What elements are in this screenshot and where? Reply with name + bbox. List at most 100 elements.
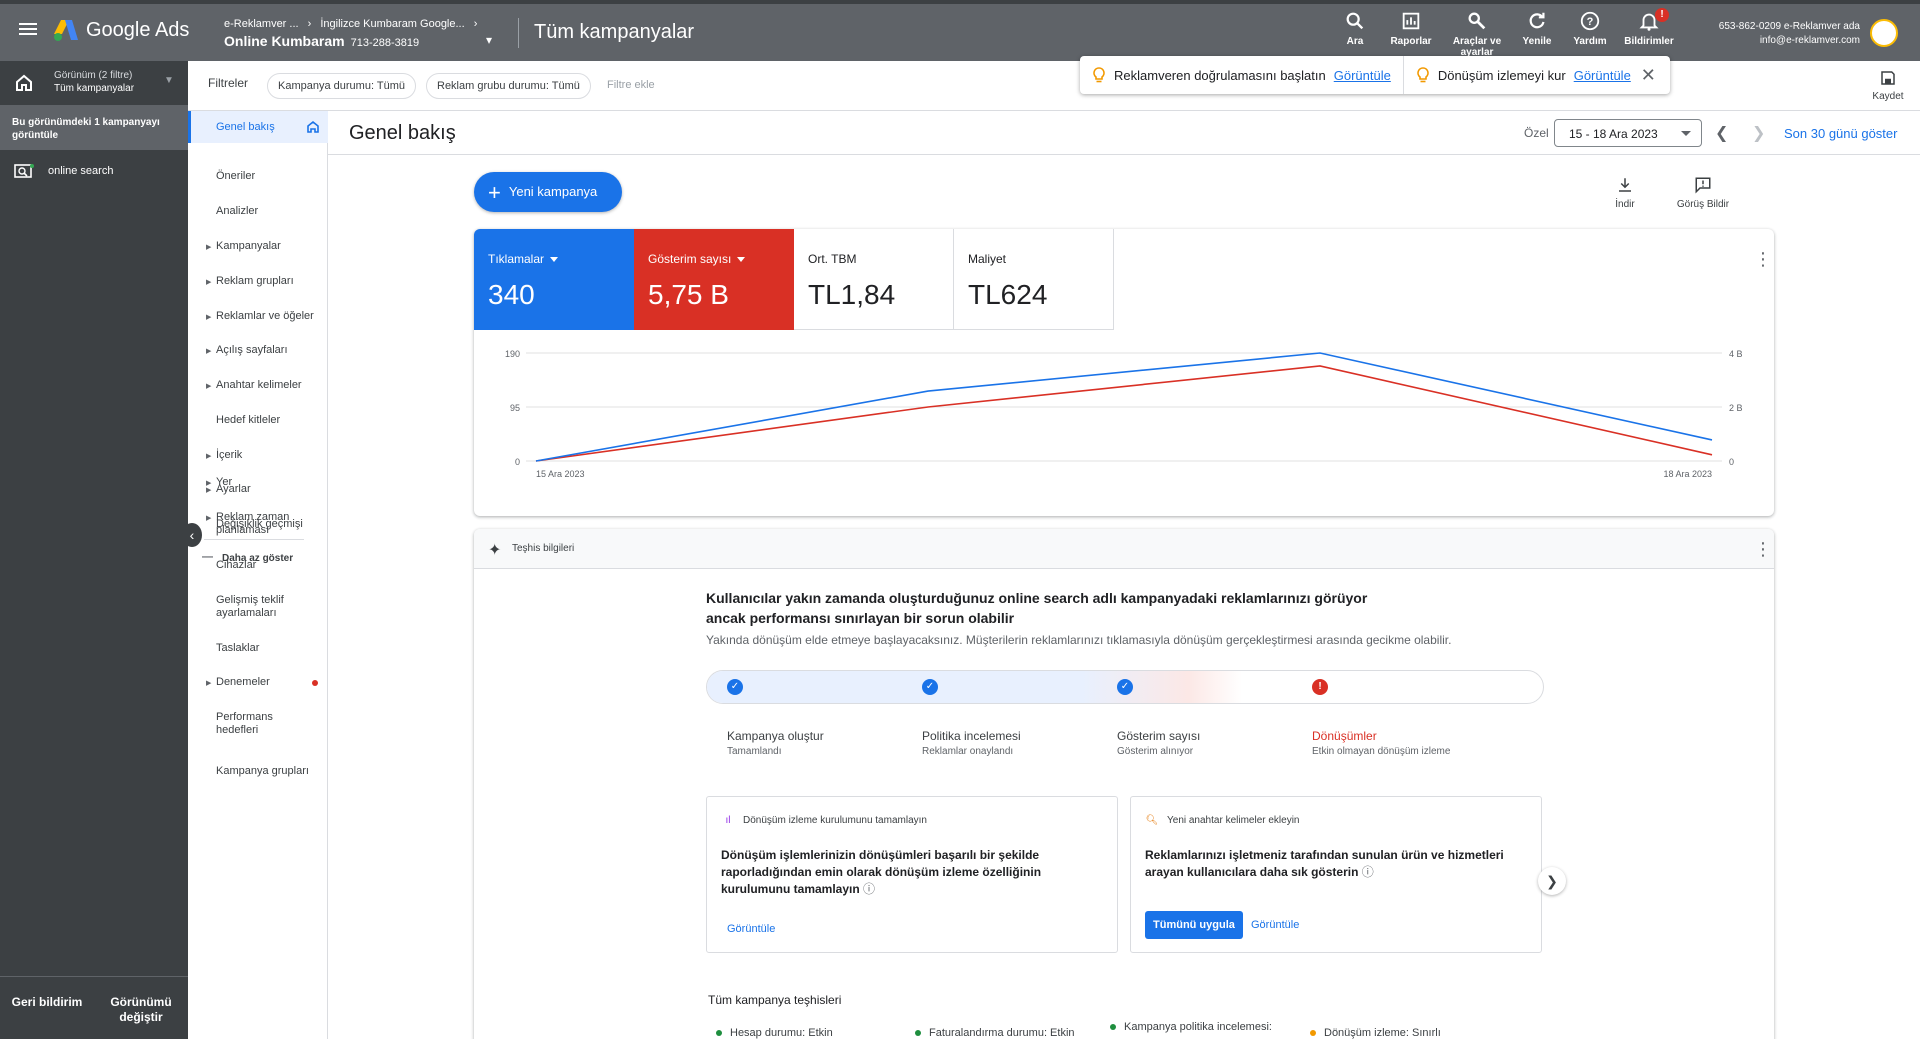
notification-banner: Reklamveren doğrulamasını başlatın Görün… <box>1080 56 1670 94</box>
progress-fill <box>707 671 1243 703</box>
account-breadcrumb[interactable]: e-Reklamver ... › İngilizce Kumbaram Goo… <box>224 18 477 30</box>
sidebar-item-label: Kampanya grupları <box>216 765 309 777</box>
app-name: Google Ads <box>86 18 190 41</box>
close-icon[interactable]: ✕ <box>1641 65 1656 86</box>
step-label: Politika incelemesi <box>922 729 1021 743</box>
recommendation-head: Dönüşüm izleme kurulumunu tamamlayın <box>743 815 927 826</box>
step-policy-review: Politika incelemesi Reklamlar onaylandı <box>922 729 1021 757</box>
apply-all-button[interactable]: Tümünü uygula <box>1145 911 1243 939</box>
account-id: 713-288-3819 <box>350 37 420 49</box>
google-ads-logo[interactable]: Google Ads <box>52 18 189 42</box>
view-selector[interactable]: Görünüm (2 filtre) Tüm kampanyalar ▼ <box>0 61 188 106</box>
reports-button[interactable]: Raporlar <box>1381 10 1441 47</box>
step-label: Kampanya oluştur <box>727 729 824 743</box>
expand-arrow-icon: ▶ <box>206 314 212 321</box>
account-selector[interactable]: Online Kumbaram 713-288-3819 <box>224 33 419 49</box>
main-content: Genel bakış Özel 15 - 18 Ara 2023 ❮ ❯ So… <box>328 111 1920 1039</box>
performance-chart: 0 95 190 0 2 B 4 B 15 Ara 2023 18 Ara 2023 <box>505 349 1743 479</box>
switch-view-button[interactable]: Görünümü değiştir <box>94 977 188 1039</box>
save-button[interactable]: Kaydet <box>1863 67 1913 102</box>
sidebar-item[interactable]: Hedef kitleler <box>188 414 328 427</box>
filter-chip-adgroup-status[interactable]: Reklam grubu durumu: Tümü <box>426 73 591 99</box>
sidebar-item[interactable]: Öneriler <box>188 170 328 183</box>
metric-cost[interactable]: Maliyet TL624 <box>954 229 1114 330</box>
sidebar-item[interactable]: ▶ Anahtar kelimeler <box>188 379 328 392</box>
reports-icon <box>1402 12 1420 30</box>
avatar[interactable] <box>1870 19 1898 47</box>
view-link[interactable]: Görüntüle <box>1251 919 1299 931</box>
date-range-select[interactable]: 15 - 18 Ara 2023 <box>1554 119 1702 147</box>
banner-view-link[interactable]: Görüntüle <box>1574 68 1631 83</box>
search-campaign-icon <box>14 164 34 178</box>
sidebar-item[interactable]: Gelişmiş teklif ayarlamaları <box>188 594 298 620</box>
step-status: Gösterim alınıyor <box>1117 746 1194 757</box>
home-icon <box>307 120 319 133</box>
sidebar-item[interactable]: ▶ Açılış sayfaları <box>188 344 328 357</box>
sidebar-item[interactable]: ▶ Kampanyalar <box>188 240 328 253</box>
help-icon[interactable]: ⓘ <box>1362 865 1374 879</box>
sidebar-item[interactable]: Genel bakış <box>188 111 328 143</box>
diagnostics-title: Kullanıcılar yakın zamanda oluşturduğunu… <box>706 590 1368 626</box>
sidebar-item-label: Öneriler <box>216 170 256 182</box>
help-icon[interactable]: ⓘ <box>863 882 875 896</box>
reports-label: Raporlar <box>1390 36 1432 47</box>
sidebar-item-label: Anahtar kelimeler <box>216 379 302 391</box>
feedback-button[interactable]: Geri bildirim <box>0 977 94 1039</box>
help-button[interactable]: ? Yardım <box>1560 10 1620 47</box>
collapse-menu-icon[interactable]: ‹ <box>182 523 202 547</box>
chevron-left-icon[interactable]: ❮ <box>1715 123 1728 143</box>
campaign-count-link[interactable]: Bu görünümdeki 1 kampanyayı görüntüle <box>0 106 188 150</box>
help-icon: ? <box>1580 11 1600 31</box>
sidebar-item-label: Performans hedefleri <box>216 711 273 736</box>
tools-button[interactable]: Araçlar ve ayarlar <box>1447 10 1507 56</box>
caret-down-icon[interactable]: ▾ <box>486 33 492 47</box>
more-options-icon[interactable]: ⋮ <box>1754 249 1772 270</box>
feedback-button[interactable]: Görüş Bildir <box>1668 176 1738 210</box>
status-billing: Faturalandırma durumu: Etkin <box>915 1027 1075 1039</box>
more-options-icon[interactable]: ⋮ <box>1754 539 1772 560</box>
sidebar-item[interactable]: Analizler <box>188 205 328 218</box>
filter-chip-campaign-status[interactable]: Kampanya durumu: Tümü <box>267 73 416 99</box>
status-dot <box>1110 1024 1116 1031</box>
menu-icon[interactable] <box>16 20 40 44</box>
sidebar-item[interactable]: ▶ Denemeler <box>188 676 328 689</box>
recommendation-body: Dönüşüm işlemlerinizin dönüşümleri başar… <box>721 848 1042 896</box>
sparkle-icon: ✦ <box>488 542 502 559</box>
notifications-button[interactable]: ! Bildirimler <box>1619 8 1679 47</box>
banner-view-link[interactable]: Görüntüle <box>1334 68 1391 83</box>
sidebar-item[interactable]: ▶ İçerik <box>188 449 328 462</box>
caret-down-icon <box>737 257 746 263</box>
metric-clicks[interactable]: Tıklamalar 340 <box>474 229 634 330</box>
sidebar-item[interactable]: Cihazlar <box>188 559 328 572</box>
sidebar-item[interactable]: ▶ Yer <box>188 476 328 489</box>
recommendation-head: Yeni anahtar kelimeler ekleyin <box>1167 815 1300 826</box>
refresh-button[interactable]: Yenile <box>1507 10 1567 47</box>
sidebar-item[interactable]: ▶ Reklamlar ve öğeler <box>188 310 328 323</box>
search-button[interactable]: Ara <box>1325 10 1385 47</box>
banner-text: Dönüşüm izlemeyi kur <box>1437 67 1566 83</box>
banner-item-conversion: Dönüşüm izlemeyi kur Görüntüle ✕ <box>1404 56 1668 94</box>
metric-label: Gösterim sayısı <box>648 252 732 266</box>
sidebar-item[interactable]: Kampanya grupları <box>188 765 328 778</box>
top-bar: Google Ads e-Reklamver ... › İngilizce K… <box>0 0 1920 61</box>
sidebar-item-label: Cihazlar <box>216 559 257 571</box>
expand-arrow-icon: ▶ <box>206 680 212 687</box>
breadcrumb-manager: e-Reklamver ... <box>224 18 299 30</box>
download-button[interactable]: İndir <box>1590 176 1660 210</box>
sidebar-item[interactable]: ▶ Reklam grupları <box>188 275 328 288</box>
sidebar-item[interactable]: ▶ Reklam zaman planlaması <box>188 511 298 537</box>
new-campaign-button[interactable]: + Yeni kampanya <box>474 172 622 212</box>
step-conversions[interactable]: Dönüşümler Etkin olmayan dönüşüm izleme <box>1312 729 1450 757</box>
campaign-item-online-search[interactable]: online search <box>0 156 188 186</box>
chevron-right-icon[interactable]: ❯ <box>1538 867 1566 895</box>
metric-label: Ort. TBM <box>808 252 857 266</box>
metric-avg-cpc[interactable]: Ort. TBM TL1,84 <box>794 229 954 330</box>
metric-impressions[interactable]: Gösterim sayısı 5,75 B <box>634 229 794 330</box>
add-filter-input[interactable]: Filtre ekle <box>607 79 655 91</box>
google-ads-icon <box>54 20 78 41</box>
sidebar-item[interactable]: Taslaklar <box>188 642 328 655</box>
show-last-30-days-link[interactable]: Son 30 günü göster <box>1784 126 1897 141</box>
chevron-right-icon[interactable]: ❯ <box>1752 123 1765 143</box>
sidebar-item[interactable]: Performans hedefleri <box>188 711 298 737</box>
view-link[interactable]: Görüntüle <box>727 923 775 935</box>
